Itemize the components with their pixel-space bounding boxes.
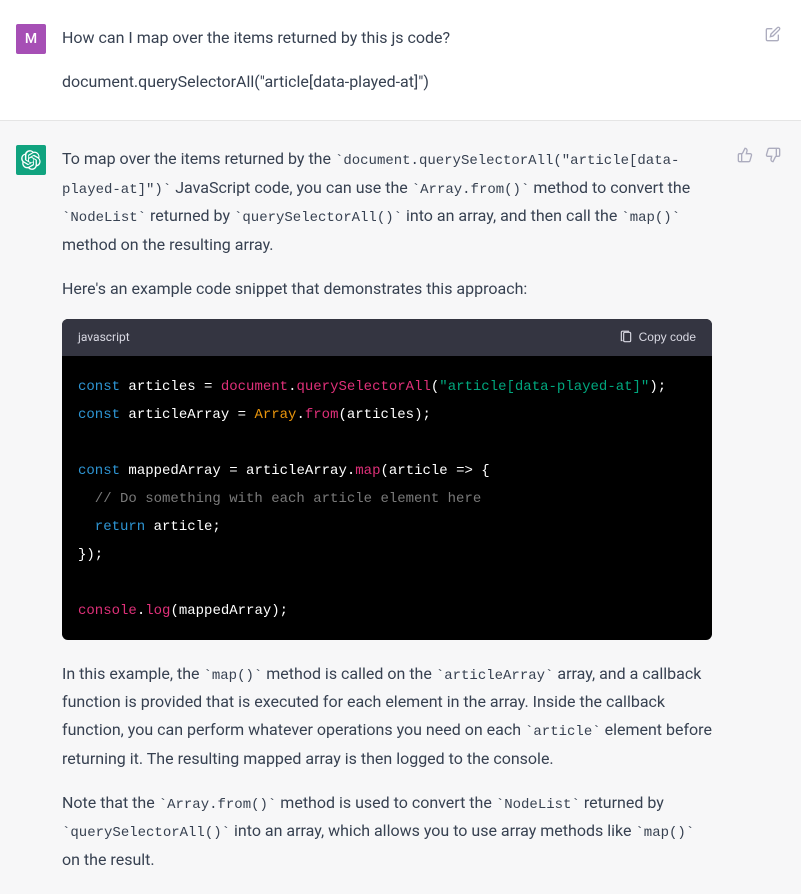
user-actions <box>763 24 783 44</box>
assistant-actions <box>735 145 783 165</box>
code-lang: javascript <box>78 327 130 348</box>
user-line-1: How can I map over the items returned by… <box>62 24 712 52</box>
inline-code: articleArray <box>436 668 554 684</box>
user-avatar: M <box>16 24 46 54</box>
copy-label: Copy code <box>639 330 696 344</box>
assistant-avatar <box>16 145 46 175</box>
thumbs-down-icon[interactable] <box>763 145 783 165</box>
code-block: javascript Copy code const articles = do… <box>62 319 712 640</box>
thumbs-up-icon[interactable] <box>735 145 755 165</box>
inline-code: NodeList <box>62 210 146 226</box>
clipboard-icon <box>619 330 633 344</box>
code-header: javascript Copy code <box>62 319 712 356</box>
code-pre: const articles = document.querySelectorA… <box>62 356 712 640</box>
inline-code: article <box>525 724 601 740</box>
edit-icon[interactable] <box>763 24 783 44</box>
assistant-p2: Here's an example code snippet that demo… <box>62 275 712 303</box>
copy-code-button[interactable]: Copy code <box>619 330 696 344</box>
assistant-p1: To map over the items returned by the do… <box>62 145 712 259</box>
assistant-content: To map over the items returned by the do… <box>62 145 712 874</box>
inline-code: Array.from() <box>159 797 277 813</box>
inline-code: map() <box>635 825 694 841</box>
inline-code: querySelectorAll() <box>234 210 402 226</box>
inline-code: NodeList <box>496 797 580 813</box>
inline-code: querySelectorAll() <box>62 825 230 841</box>
user-content: How can I map over the items returned by… <box>62 24 712 96</box>
code-body: const articles = document.querySelectorA… <box>78 379 666 619</box>
inline-code: Array.from() <box>412 182 530 198</box>
assistant-p3: In this example, the map() method is cal… <box>62 660 712 773</box>
inline-code: map() <box>203 668 262 684</box>
user-avatar-initial: M <box>25 31 37 47</box>
assistant-message: To map over the items returned by the do… <box>0 121 801 894</box>
inline-code: map() <box>621 210 680 226</box>
user-message: M How can I map over the items returned … <box>0 0 801 121</box>
user-line-2: document.querySelectorAll("article[data-… <box>62 68 712 96</box>
assistant-p4: Note that the Array.from() method is use… <box>62 789 712 874</box>
